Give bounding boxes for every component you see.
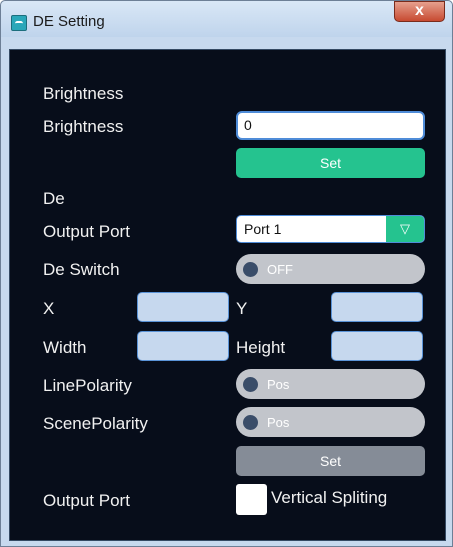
scene-polarity-state: Pos — [267, 415, 290, 430]
line-polarity-state: Pos — [267, 377, 290, 392]
line-polarity-toggle[interactable]: Pos — [236, 369, 425, 399]
brightness-label: Brightness — [43, 117, 124, 136]
de-switch-state: OFF — [267, 262, 293, 277]
window-title: DE Setting — [33, 13, 105, 30]
dropdown-arrow-icon[interactable]: ▽ — [386, 216, 424, 242]
y-label: Y — [236, 299, 248, 318]
output-port-label-2: Output Port — [43, 491, 130, 510]
width-input[interactable] — [137, 331, 229, 361]
de-set-button[interactable]: Set — [236, 446, 425, 476]
output-port-value: Port 1 — [244, 221, 282, 237]
vertical-spliting-checkbox[interactable] — [236, 484, 267, 515]
title-bar: DE Setting x — [1, 1, 452, 37]
x-input[interactable] — [137, 292, 229, 322]
height-input[interactable] — [331, 331, 423, 361]
app-icon — [11, 15, 27, 31]
width-label: Width — [43, 338, 87, 357]
toggle-knob-icon — [243, 377, 258, 392]
de-switch-label: De Switch — [43, 260, 120, 279]
height-label: Height — [236, 338, 286, 357]
x-label: X — [43, 299, 55, 318]
brightness-section-label: Brightness — [43, 84, 124, 103]
line-polarity-label: LinePolarity — [43, 376, 132, 395]
brightness-input[interactable]: 0 — [236, 111, 425, 140]
scene-polarity-toggle[interactable]: Pos — [236, 407, 425, 437]
toggle-knob-icon — [243, 262, 258, 277]
output-port-select[interactable]: Port 1 ▽ — [236, 215, 425, 243]
de-switch-toggle[interactable]: OFF — [236, 254, 425, 284]
vertical-spliting-label: Vertical Spliting — [271, 488, 388, 507]
de-section-label: De — [43, 189, 65, 208]
close-button[interactable]: x — [394, 1, 445, 22]
scene-polarity-label: ScenePolarity — [43, 414, 148, 433]
y-input[interactable] — [331, 292, 423, 322]
toggle-knob-icon — [243, 415, 258, 430]
output-port-label: Output Port — [43, 222, 130, 241]
brightness-set-button[interactable]: Set — [236, 148, 425, 178]
